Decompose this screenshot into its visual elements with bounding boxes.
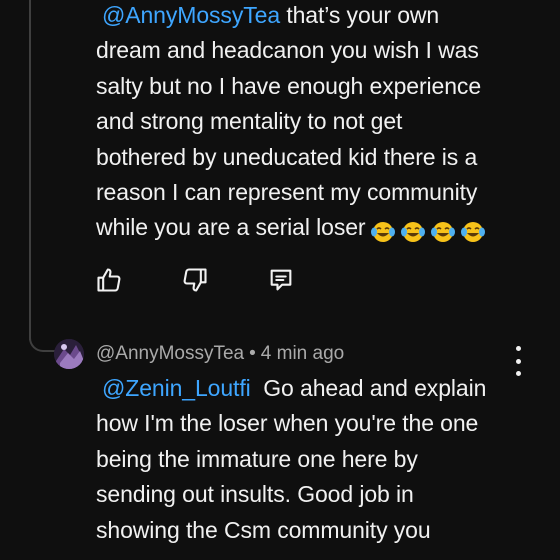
kebab-dot bbox=[515, 371, 521, 376]
dislike-button[interactable] bbox=[179, 264, 211, 296]
comment-body: @Zenin_Loutfi Go ahead and explain how I… bbox=[96, 371, 516, 548]
comment-text-fragment: that’s your own bbox=[286, 2, 440, 28]
face-with-tears-of-joy-icon bbox=[430, 222, 455, 243]
comment-line: how I'm the loser when you're the one bbox=[96, 410, 479, 437]
face-with-tears-of-joy-icon bbox=[400, 222, 425, 243]
kebab-dot bbox=[515, 358, 521, 364]
comment-line: @Zenin_Loutfi Go ahead and explain bbox=[96, 371, 516, 406]
reply-button[interactable] bbox=[265, 264, 297, 296]
comment-line: reason I can represent my community bbox=[96, 179, 478, 206]
face-with-tears-of-joy-icon bbox=[370, 222, 395, 243]
thumbs-down-icon bbox=[183, 268, 207, 292]
avatar[interactable] bbox=[54, 339, 84, 369]
comment-actions bbox=[93, 262, 297, 298]
comment-text-fragment: Go ahead and explain bbox=[263, 375, 487, 401]
timestamp[interactable]: 4 min ago bbox=[261, 343, 344, 364]
comment-line: bothered by uneducated kid there is a bbox=[96, 143, 478, 170]
comment-line: salty but no I have enough experience bbox=[96, 72, 482, 99]
avatar-image bbox=[54, 339, 84, 369]
reply-thread-connector bbox=[29, 320, 55, 352]
comment-line: and strong mentality to not get bbox=[96, 108, 403, 135]
mention-link[interactable]: @Zenin_Loutfi bbox=[102, 375, 251, 401]
comment-body: @AnnyMossyTea that’s your own dream and … bbox=[96, 0, 516, 249]
comment-line: showing the Csm community you bbox=[96, 516, 431, 543]
meta-separator: • bbox=[249, 343, 256, 364]
comment-line: sending out insults. Good job in bbox=[96, 481, 414, 508]
kebab-dot bbox=[515, 346, 521, 351]
mention-link[interactable]: @AnnyMossyTea bbox=[102, 2, 280, 28]
face-with-tears-of-joy-icon bbox=[460, 222, 485, 243]
comment-line: dream and headcanon you wish I was bbox=[96, 37, 479, 64]
comment-line: being the immature one here by bbox=[96, 445, 418, 472]
comment-icon bbox=[270, 269, 292, 291]
comment-line: @AnnyMossyTea that’s your own bbox=[96, 0, 516, 33]
author-name[interactable]: @AnnyMossyTea bbox=[96, 343, 244, 364]
emoji-group bbox=[370, 213, 490, 248]
thumbs-up-icon bbox=[97, 268, 121, 292]
like-button[interactable] bbox=[93, 264, 125, 296]
comment-line: while you are a serial loser bbox=[96, 210, 516, 248]
comment-meta: @AnnyMossyTea • 4 min ago bbox=[96, 343, 344, 365]
comment-text-fragment: while you are a serial loser bbox=[96, 214, 366, 241]
reply-thread-line bbox=[29, 0, 31, 340]
